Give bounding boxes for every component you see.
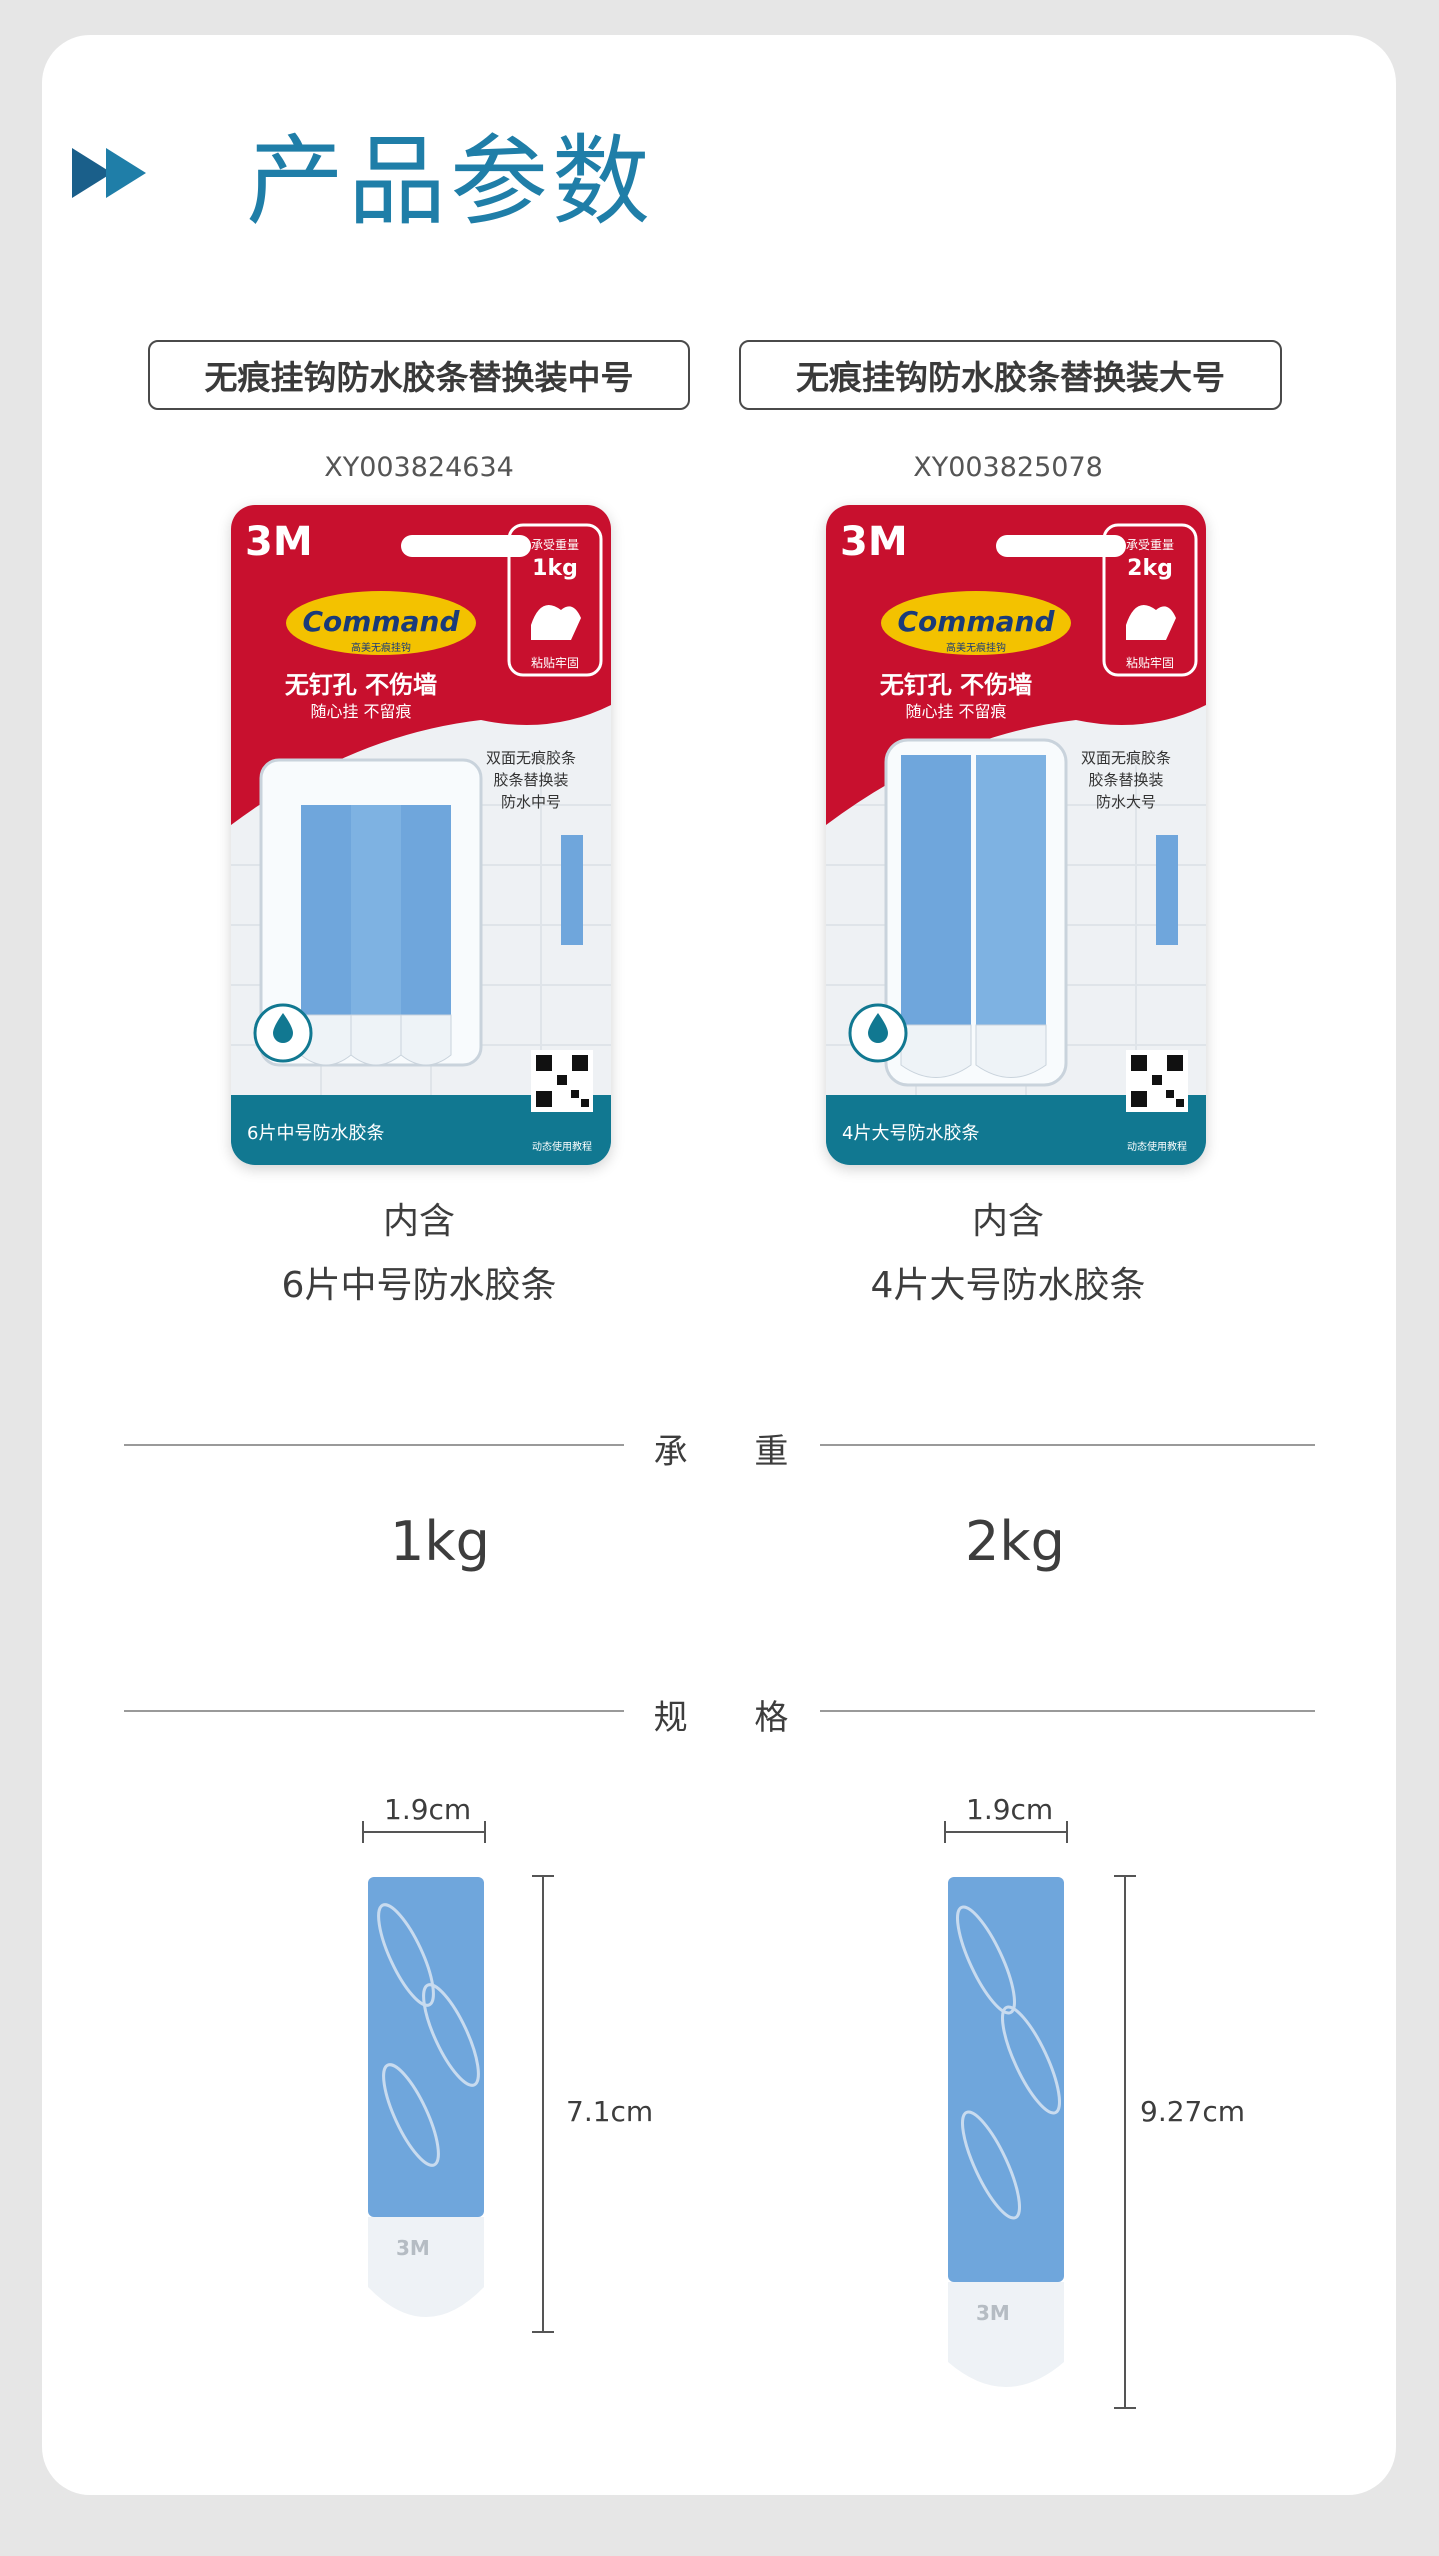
weight-large: 2kg [965, 1510, 1065, 1573]
divider-right [820, 1444, 1315, 1446]
command-logo-sub-large: 高美无痕挂钩 [946, 641, 1006, 654]
product-sku-medium: XY003824634 [324, 452, 514, 483]
command-logo-large: Command [897, 605, 1055, 638]
contains-label-large: 内含 [971, 1201, 1044, 1242]
weight-section-label: 承 重 [653, 1432, 817, 1472]
capacity-caption-large: 承受重量 [1126, 538, 1174, 552]
section-heading: 产品参数 [72, 118, 654, 239]
slogan-sub-medium: 随心挂 不留痕 [310, 702, 411, 721]
adhesive-strip-medium: 3M [368, 1877, 484, 2317]
double-arrow-icon [72, 148, 146, 198]
product-name-large: 无痕挂钩防水胶条替换装大号 [739, 340, 1282, 410]
contains-label-medium: 内含 [382, 1201, 455, 1242]
width-dimension-line-large [944, 1821, 1068, 1843]
slogan-sub-large: 随心挂 不留痕 [905, 702, 1006, 721]
package-image-medium: 3M 承受重量 1kg 粘贴牢固 Command 高美无痕挂钩 无钉孔 不伤墙 … [231, 505, 611, 1165]
strip-mark-large: 3M [976, 2301, 1010, 2325]
command-logo-sub-medium: 高美无痕挂钩 [351, 641, 411, 654]
side-text-2-large: 胶条替换装 [1088, 771, 1163, 789]
length-dimension-line-large [1114, 1875, 1136, 2409]
brand-3m-medium: 3M [245, 519, 313, 565]
product-name-medium: 无痕挂钩防水胶条替换装中号 [148, 340, 690, 410]
qr-caption-medium: 动态使用教程 [532, 1140, 592, 1153]
spec-length-large: 9.27cm [1140, 2095, 1246, 2128]
adhesive-strip-large: 3M [948, 1877, 1064, 2387]
spec-length-medium: 7.1cm [566, 2095, 654, 2128]
weight-medium: 1kg [390, 1510, 490, 1573]
slogan-main-large: 无钉孔 不伤墙 [880, 671, 1032, 699]
brand-3m-large: 3M [840, 519, 908, 565]
capacity-value-medium: 1kg [532, 556, 578, 581]
length-dimension-line-medium [532, 1875, 554, 2333]
contains-large: 内含 4片大号防水胶条 [728, 1190, 1288, 1318]
side-text-1-medium: 双面无痕胶条 [486, 749, 576, 767]
page-title: 产品参数 [246, 125, 655, 239]
capacity-caption-medium: 承受重量 [531, 538, 579, 552]
side-text-3-large: 防水大号 [1096, 793, 1156, 811]
side-text-3-medium: 防水中号 [501, 793, 561, 811]
strip-mark-medium: 3M [396, 2236, 430, 2260]
divider-left [124, 1710, 624, 1712]
command-logo-medium: Command [302, 605, 460, 638]
qr-caption-large: 动态使用教程 [1127, 1140, 1187, 1153]
contains-value-medium: 6片中号防水胶条 [281, 1265, 557, 1306]
divider-left [124, 1444, 624, 1446]
capacity-value-large: 2kg [1127, 556, 1173, 581]
capacity-footer-large: 粘贴牢固 [1126, 655, 1174, 670]
capacity-footer-medium: 粘贴牢固 [531, 655, 579, 670]
side-text-2-medium: 胶条替换装 [493, 771, 568, 789]
contains-value-large: 4片大号防水胶条 [870, 1265, 1146, 1306]
contains-medium: 内含 6片中号防水胶条 [139, 1190, 699, 1318]
product-sku-large: XY003825078 [913, 452, 1103, 483]
adhesive-strips-medium [300, 805, 452, 1066]
pack-footer-medium: 6片中号防水胶条 [247, 1123, 384, 1144]
package-image-large: 3M 承受重量 2kg 粘贴牢固 Command 高美无痕挂钩 无钉孔 不伤墙 … [826, 505, 1206, 1165]
width-dimension-line-medium [362, 1821, 486, 1843]
side-text-1-large: 双面无痕胶条 [1081, 749, 1171, 767]
divider-right [820, 1710, 1315, 1712]
pack-footer-large: 4片大号防水胶条 [842, 1123, 979, 1144]
slogan-main-medium: 无钉孔 不伤墙 [285, 671, 437, 699]
spec-section-label: 规 格 [653, 1698, 817, 1738]
